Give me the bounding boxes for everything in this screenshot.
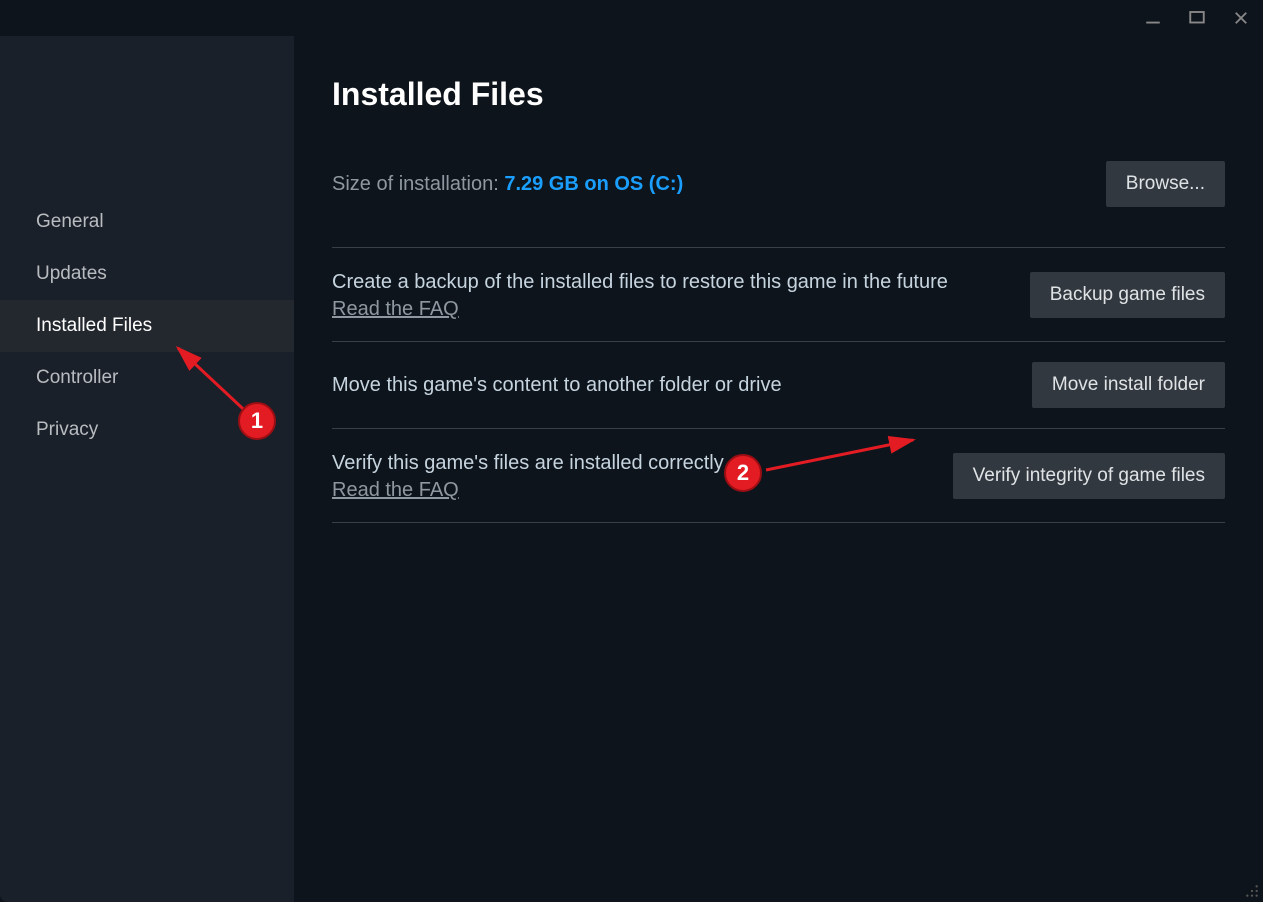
maximize-icon [1188, 9, 1206, 27]
move-text: Move this game's content to another fold… [332, 371, 1012, 399]
move-description: Move this game's content to another fold… [332, 371, 1012, 399]
backup-description: Create a backup of the installed files t… [332, 268, 1010, 296]
titlebar [0, 0, 1263, 36]
move-install-folder-button[interactable]: Move install folder [1032, 362, 1225, 408]
verify-faq-link[interactable]: Read the FAQ [332, 479, 459, 502]
verify-section: Verify this game's files are installed c… [332, 428, 1225, 523]
browse-button[interactable]: Browse... [1106, 161, 1225, 207]
sidebar-item-controller[interactable]: Controller [0, 352, 294, 404]
install-size-row: Size of installation: 7.29 GB on OS (C:)… [332, 161, 1225, 207]
move-section: Move this game's content to another fold… [332, 341, 1225, 428]
minimize-button[interactable] [1139, 4, 1167, 32]
resize-grip-icon[interactable] [1245, 884, 1259, 898]
close-icon [1232, 9, 1250, 27]
window-body: General Updates Installed Files Controll… [0, 36, 1263, 902]
backup-faq-link[interactable]: Read the FAQ [332, 298, 459, 321]
install-size-label: Size of installation: [332, 173, 504, 195]
main-panel: Installed Files Size of installation: 7.… [294, 36, 1263, 902]
verify-integrity-button[interactable]: Verify integrity of game files [953, 453, 1225, 499]
maximize-button[interactable] [1183, 4, 1211, 32]
minimize-icon [1144, 9, 1162, 27]
install-size-text: Size of installation: 7.29 GB on OS (C:) [332, 173, 683, 196]
page-title: Installed Files [332, 76, 1225, 113]
sidebar-item-general[interactable]: General [0, 196, 294, 248]
sidebar-item-installed-files[interactable]: Installed Files [0, 300, 294, 352]
backup-game-files-button[interactable]: Backup game files [1030, 272, 1225, 318]
backup-section: Create a backup of the installed files t… [332, 247, 1225, 341]
properties-window: General Updates Installed Files Controll… [0, 0, 1263, 902]
sidebar-item-privacy[interactable]: Privacy [0, 404, 294, 456]
sidebar-item-updates[interactable]: Updates [0, 248, 294, 300]
backup-text: Create a backup of the installed files t… [332, 268, 1010, 321]
verify-description: Verify this game's files are installed c… [332, 449, 933, 477]
verify-text: Verify this game's files are installed c… [332, 449, 933, 502]
sidebar: General Updates Installed Files Controll… [0, 36, 294, 902]
install-size-value: 7.29 GB on OS (C:) [504, 173, 683, 195]
close-button[interactable] [1227, 4, 1255, 32]
